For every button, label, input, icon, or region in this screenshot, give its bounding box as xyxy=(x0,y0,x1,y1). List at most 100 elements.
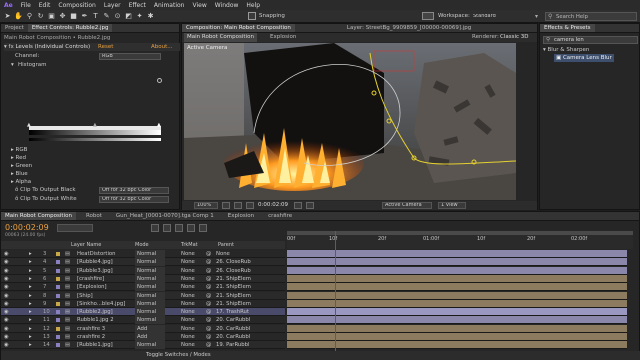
input-black-slider-icon[interactable]: ▲ xyxy=(27,122,31,128)
menu-edit[interactable]: Edit xyxy=(35,2,55,9)
layer-name[interactable]: crashfire 2 xyxy=(77,333,105,341)
label-color-swatch[interactable] xyxy=(56,293,60,298)
snapshot-icon[interactable] xyxy=(294,202,302,209)
layer-row[interactable]: ◉ ▸ 11 ▤ Rubble1.jpg 2 Normal None @20. CarRubb… xyxy=(1,316,285,325)
layer-name[interactable]: [crashfire] xyxy=(77,275,104,283)
tab-composition[interactable]: Composition: Main Robot Composition xyxy=(182,24,295,32)
layer-expand-icon[interactable]: ▸ xyxy=(29,283,32,291)
layer-row[interactable]: ◉ ▸ 12 ▤ crashfire 3 Add None @20. CarRubbl xyxy=(1,324,285,333)
layer-duration-bar[interactable] xyxy=(287,324,627,333)
layer-parent-select[interactable]: 20. CarRubbl xyxy=(216,316,250,324)
visibility-eye-icon[interactable]: ◉ xyxy=(4,308,9,316)
tab-layer[interactable]: Layer: StreetBg_9909859_[00000-00069].jp… xyxy=(343,24,475,32)
zoom-select[interactable]: 100% xyxy=(194,202,218,209)
channel-red[interactable]: ▸ Red xyxy=(11,154,26,162)
effect-camera-lens-blur[interactable]: ▣ Camera Lens Blur xyxy=(554,54,614,62)
hand-tool-icon[interactable]: ✋ xyxy=(14,12,23,21)
reset-link[interactable]: Reset xyxy=(98,43,113,51)
channel-green[interactable]: ▸ Green xyxy=(11,162,32,170)
layer-parent-select[interactable]: 21. ShipElem xyxy=(216,300,251,308)
workspace-select[interactable]: Standard xyxy=(470,13,532,20)
layer-mode-select[interactable]: Normal xyxy=(135,316,165,325)
col-layer-name[interactable]: Layer Name xyxy=(71,241,101,249)
layer-mode-select[interactable]: Add xyxy=(135,324,165,333)
visibility-eye-icon[interactable]: ◉ xyxy=(4,292,9,300)
label-color-swatch[interactable] xyxy=(56,252,60,256)
layer-trkmat-select[interactable]: None xyxy=(181,300,195,308)
layer-name[interactable]: [Rubble4.jpg] xyxy=(77,258,113,266)
layer-expand-icon[interactable]: ▸ xyxy=(29,292,32,300)
histogram-gamma-marker[interactable] xyxy=(157,78,162,83)
tab-gun-heat[interactable]: Gun_Heat_[0001-0070].tga Comp 1 xyxy=(112,212,218,220)
histogram-toggle-icon[interactable]: ▾ xyxy=(11,61,14,69)
grid-icon[interactable] xyxy=(234,202,242,209)
shape-tool-icon[interactable]: ■ xyxy=(69,12,78,21)
col-trkmat[interactable]: TrkMat xyxy=(181,241,198,249)
layer-name[interactable]: Rubble1.jpg 2 xyxy=(77,316,114,324)
label-color-swatch[interactable] xyxy=(56,335,60,339)
text-tool-icon[interactable]: T xyxy=(91,12,100,21)
layer-trkmat-select[interactable]: None xyxy=(181,316,195,324)
tab-effect-controls[interactable]: Effect Controls: Rubble2.jpg xyxy=(27,24,113,32)
view-count-select[interactable]: 1 View xyxy=(438,202,466,209)
visibility-eye-icon[interactable]: ◉ xyxy=(4,250,9,258)
layer-duration-bar[interactable] xyxy=(287,266,627,275)
layer-trkmat-select[interactable]: None xyxy=(181,341,195,349)
timeline-timecode[interactable]: 0:00:02:09 xyxy=(5,223,49,232)
layer-name[interactable]: [Sinkho...ble4.jpg] xyxy=(77,300,125,308)
pick-whip-icon[interactable]: @ xyxy=(206,341,211,349)
channel-blue[interactable]: ▸ Blue xyxy=(11,170,28,178)
col-parent[interactable]: Parent xyxy=(218,241,234,249)
pick-whip-icon[interactable]: @ xyxy=(206,316,211,324)
input-white-slider-icon[interactable]: ▲ xyxy=(157,122,161,128)
layer-trkmat-select[interactable]: None xyxy=(181,267,195,275)
visibility-eye-icon[interactable]: ◉ xyxy=(4,316,9,324)
layer-duration-bar[interactable] xyxy=(287,333,627,341)
pick-whip-icon[interactable]: @ xyxy=(206,325,211,333)
pan-behind-tool-icon[interactable]: ✥ xyxy=(58,12,67,21)
label-color-swatch[interactable] xyxy=(56,285,60,290)
layer-parent-select[interactable]: 21. ShipElem xyxy=(216,275,251,283)
brush-tool-icon[interactable]: ✎ xyxy=(102,12,111,21)
visibility-eye-icon[interactable]: ◉ xyxy=(4,341,9,349)
subtab-main-robot[interactable]: Main Robot Composition xyxy=(184,33,257,42)
comp-flow-icon[interactable] xyxy=(151,224,159,232)
pick-whip-icon[interactable]: @ xyxy=(206,267,211,275)
input-gamma-slider-icon[interactable]: ▲ xyxy=(93,122,97,128)
zoom-tool-icon[interactable]: ⚲ xyxy=(25,12,34,21)
layer-mode-select[interactable]: Normal xyxy=(135,258,165,267)
layer-parent-select[interactable]: 21. ShipElem xyxy=(216,292,251,300)
layer-trkmat-select[interactable]: None xyxy=(181,283,195,291)
menu-file[interactable]: File xyxy=(17,2,35,9)
clip-black-select[interactable]: Off for 32 bpc Color xyxy=(99,187,169,194)
layer-duration-bar[interactable] xyxy=(287,291,627,300)
layer-name[interactable]: [Rubble2.jpg] xyxy=(77,308,113,316)
workspace-dropdown-icon[interactable]: ▾ xyxy=(535,13,543,20)
layer-expand-icon[interactable]: ▸ xyxy=(29,333,32,341)
layer-row[interactable]: ◉ ▸ 14 ▤ [Rubble1.jpg] Normal None @19. ParRubb… xyxy=(1,341,285,350)
layer-name[interactable]: [Explosion] xyxy=(77,283,107,291)
visibility-eye-icon[interactable]: ◉ xyxy=(4,283,9,291)
viewer-timecode[interactable]: 0:00:02:09 xyxy=(258,201,288,210)
pen-tool-icon[interactable]: ✒ xyxy=(80,12,89,21)
label-color-swatch[interactable] xyxy=(56,326,60,331)
layer-parent-select[interactable]: 17. TrashRut xyxy=(216,308,249,316)
channel-alpha[interactable]: ▸ Alpha xyxy=(11,178,31,186)
layer-duration-bar[interactable] xyxy=(287,258,627,267)
visibility-eye-icon[interactable]: ◉ xyxy=(4,258,9,266)
menu-window[interactable]: Window xyxy=(211,2,243,9)
visibility-eye-icon[interactable]: ◉ xyxy=(4,300,9,308)
menu-animation[interactable]: Animation xyxy=(150,2,189,9)
pick-whip-icon[interactable]: @ xyxy=(206,333,211,341)
tab-crashfire[interactable]: crashfire xyxy=(264,212,296,220)
layer-parent-select[interactable]: 20. CarRubbl xyxy=(216,325,250,333)
effects-search-field[interactable]: ⚲ camera len xyxy=(543,36,638,44)
pick-whip-icon[interactable]: @ xyxy=(206,250,211,258)
visibility-eye-icon[interactable]: ◉ xyxy=(4,325,9,333)
layer-row[interactable]: ◉ ▸ 9 ▤ [Sinkho...ble4.jpg] Normal None @21. Sh… xyxy=(1,299,285,308)
layer-expand-icon[interactable]: ▸ xyxy=(29,250,32,258)
layer-duration-bar[interactable] xyxy=(287,316,627,325)
pick-whip-icon[interactable]: @ xyxy=(206,275,211,283)
subtab-explosion[interactable]: Explosion xyxy=(270,33,296,42)
layer-mode-select[interactable]: Normal xyxy=(135,283,165,292)
